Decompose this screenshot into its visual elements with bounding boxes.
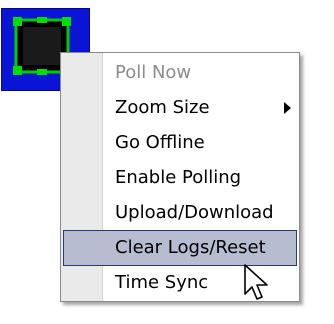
- menu-item-label: Zoom Size: [115, 97, 210, 118]
- submenu-arrow-icon: [284, 102, 291, 114]
- menu-item-enable-polling[interactable]: Enable Polling: [61, 160, 299, 196]
- menu-item-zoom-size[interactable]: Zoom Size: [61, 90, 299, 126]
- menu-item-label: Clear Logs/Reset: [115, 237, 266, 258]
- menu-item-poll-now[interactable]: Poll Now: [61, 55, 299, 91]
- menu-item-label: Enable Polling: [115, 167, 242, 188]
- menu-item-label: Poll Now: [115, 62, 192, 83]
- menu-item-label: Upload/Download: [115, 202, 274, 223]
- menu-item-label: Time Sync: [115, 272, 209, 293]
- menu-item-upload-download[interactable]: Upload/Download: [61, 195, 299, 231]
- pointer-cursor-icon: [244, 264, 268, 300]
- desktop-canvas: Poll Now Zoom Size Go Offline Enable Pol…: [0, 0, 334, 324]
- menu-item-go-offline[interactable]: Go Offline: [61, 125, 299, 161]
- menu-item-clear-logs-reset[interactable]: Clear Logs/Reset: [63, 230, 297, 266]
- menu-item-label: Go Offline: [115, 132, 205, 153]
